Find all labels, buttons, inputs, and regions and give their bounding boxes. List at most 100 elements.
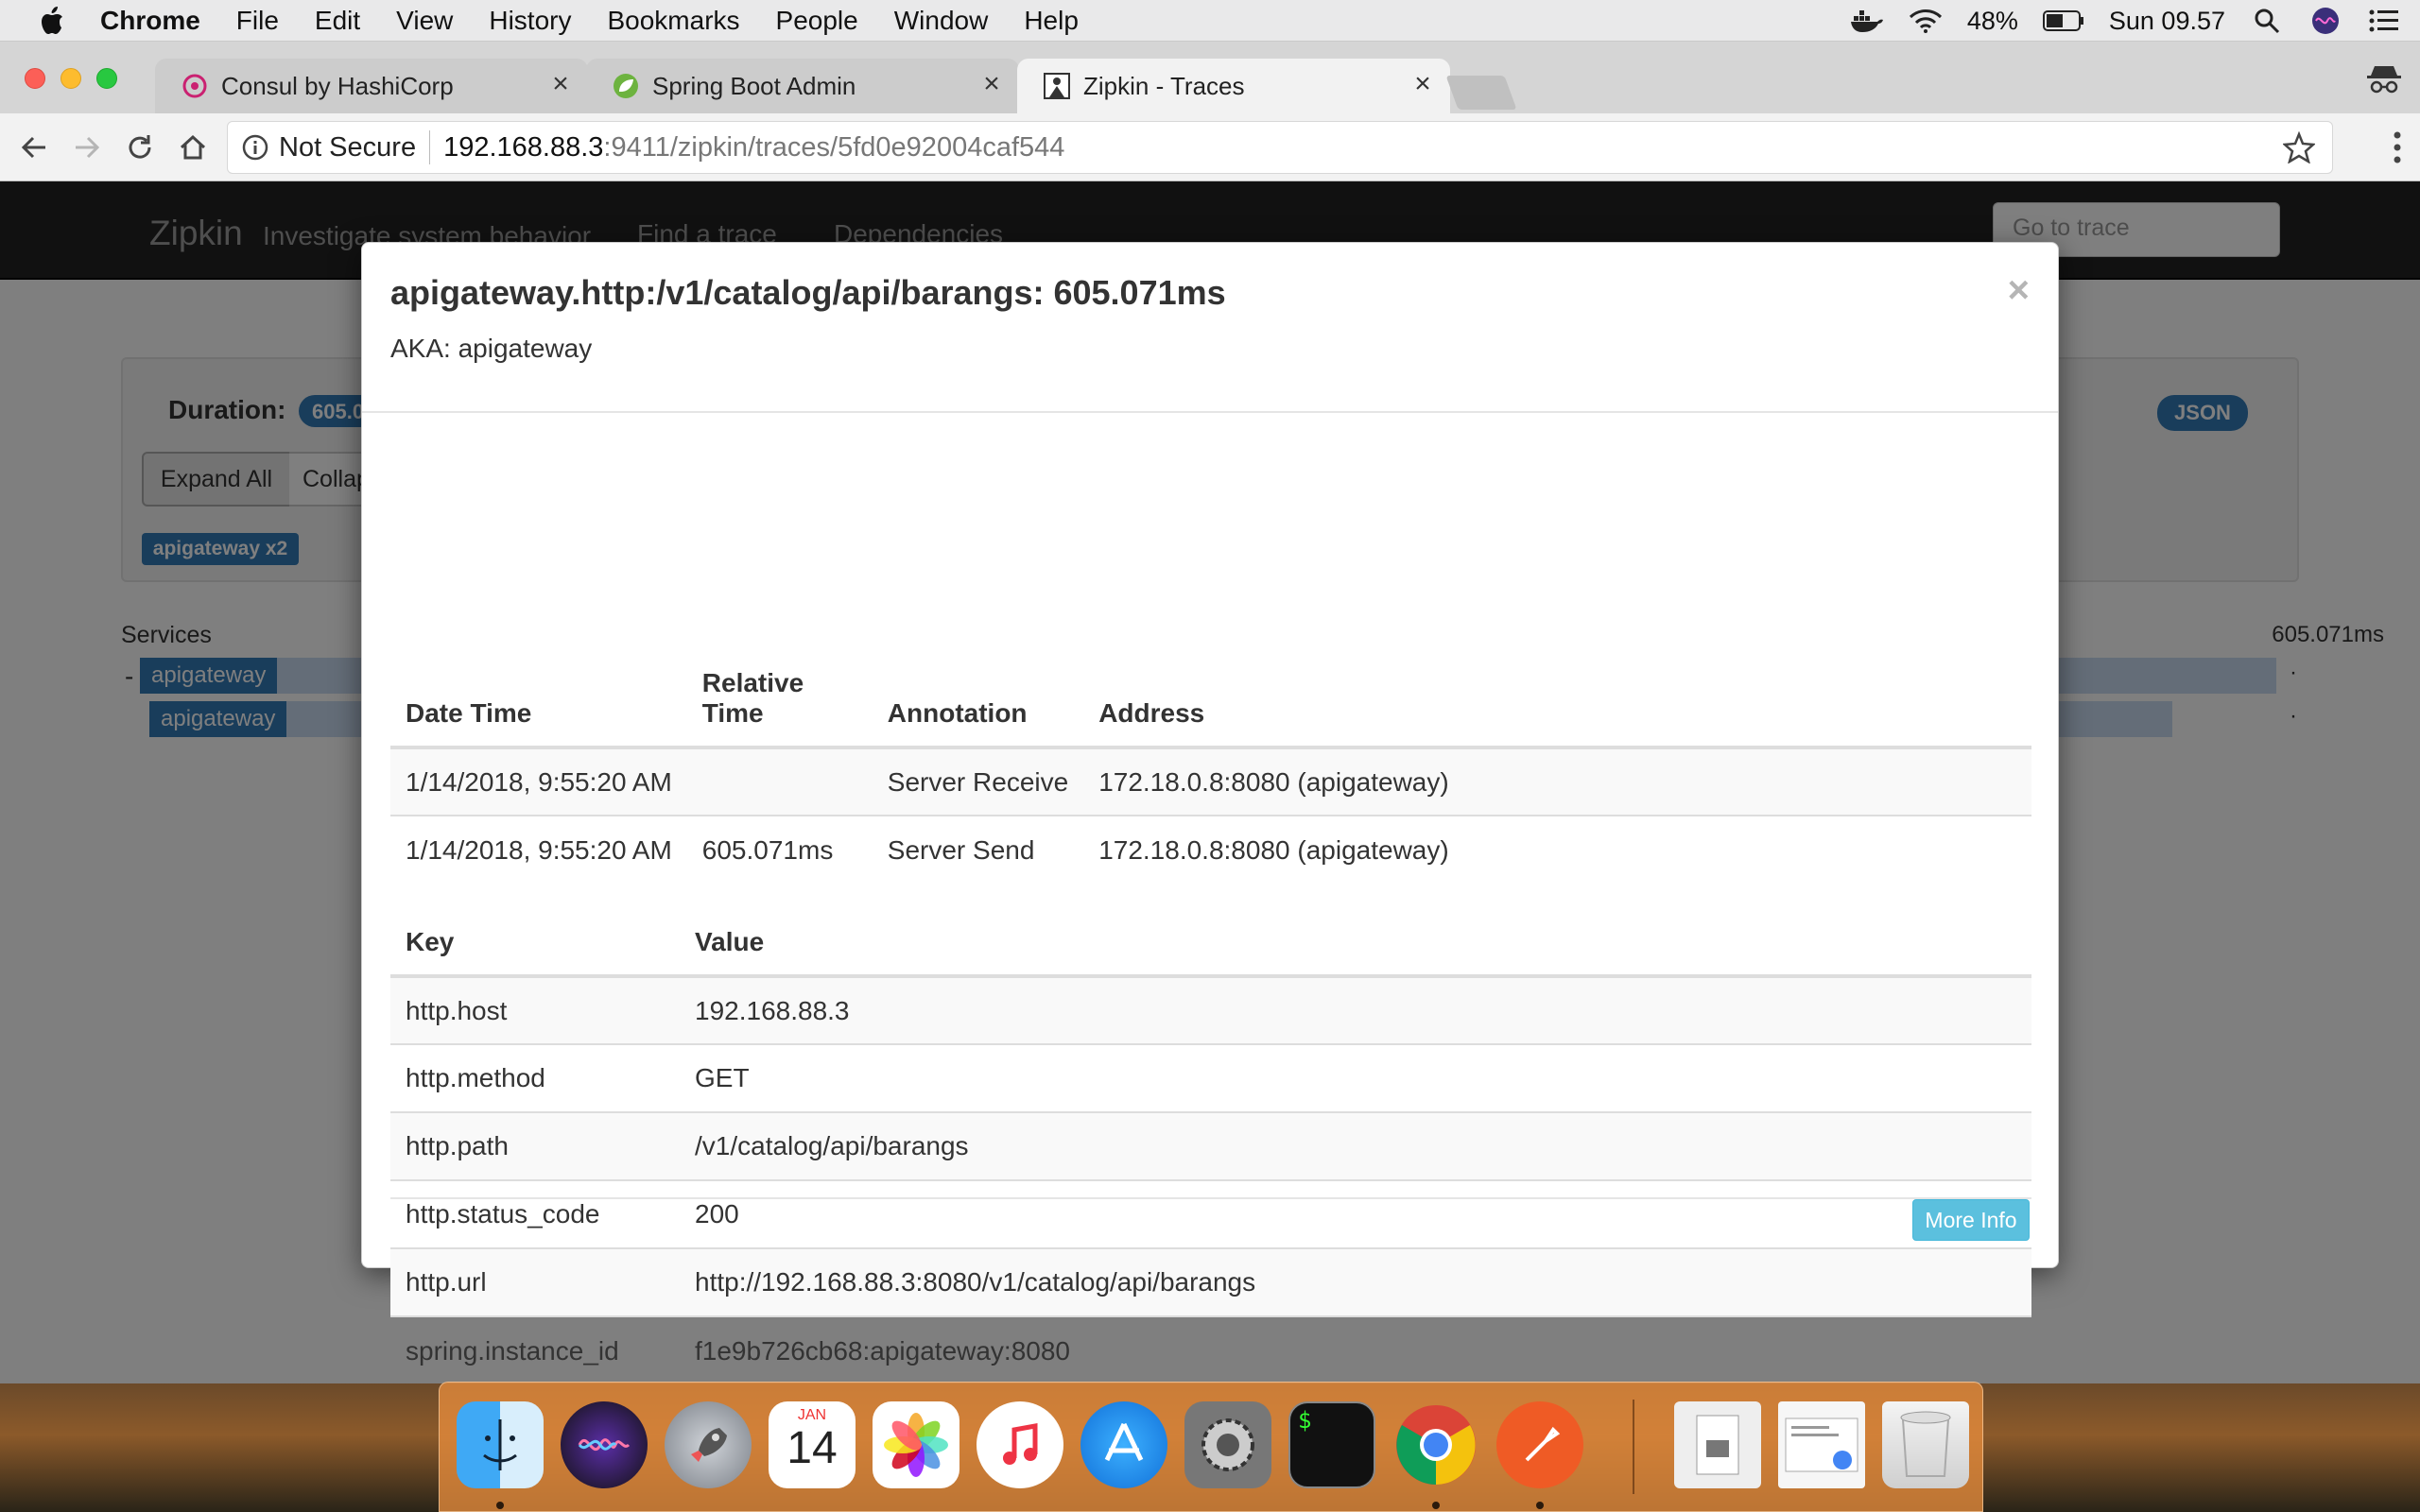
- table-row: 1/14/2018, 9:55:20 AM 605.071ms Server S…: [390, 815, 2031, 884]
- header-date-time: Date Time: [390, 668, 687, 749]
- modal-header: apigateway.http:/v1/catalog/api/barangs:…: [362, 243, 2058, 413]
- cell-value: 200: [680, 1179, 2031, 1248]
- menu-edit[interactable]: Edit: [315, 6, 360, 36]
- calendar-icon[interactable]: JAN 14: [769, 1401, 856, 1488]
- window-zoom-button[interactable]: [96, 68, 117, 89]
- notification-center-icon[interactable]: [2367, 6, 2401, 36]
- forward-arrow-icon[interactable]: [68, 129, 106, 166]
- tags-table: Key Value http.host 192.168.88.3 http.me…: [390, 910, 2031, 1384]
- siri-icon[interactable]: [561, 1401, 648, 1488]
- tab-spring-boot-admin[interactable]: Spring Boot Admin ×: [586, 59, 1019, 113]
- table-row: 1/14/2018, 9:55:20 AM Server Receive 172…: [390, 747, 2031, 816]
- tab-zipkin-traces[interactable]: Zipkin - Traces ×: [1017, 59, 1450, 113]
- table-row: http.host 192.168.88.3: [390, 975, 2031, 1044]
- table-header-row: Key Value: [390, 910, 2031, 978]
- spring-leaf-icon: [613, 73, 639, 99]
- menubar-status-area: 48% Sun 09.57: [1850, 0, 2401, 42]
- tab-close-icon[interactable]: ×: [1409, 70, 1437, 98]
- cell-address: 172.18.0.8:8080 (apigateway): [1083, 815, 2031, 884]
- back-arrow-icon[interactable]: [15, 129, 53, 166]
- window-minimize-button[interactable]: [60, 68, 81, 89]
- bookmark-star-icon[interactable]: [2283, 131, 2315, 163]
- siri-menubar-icon[interactable]: [2308, 6, 2342, 36]
- tab-close-icon[interactable]: ×: [977, 70, 1006, 98]
- terminal-icon[interactable]: $: [1288, 1401, 1375, 1488]
- cell-relative-time: [686, 747, 873, 816]
- menu-window[interactable]: Window: [894, 6, 989, 36]
- cell-key: spring.instance_id: [390, 1315, 680, 1384]
- apple-menu-icon[interactable]: [38, 5, 66, 37]
- wifi-icon[interactable]: [1909, 6, 1943, 36]
- reload-icon[interactable]: [121, 129, 159, 166]
- url-host: 192.168.88.3: [443, 131, 604, 163]
- cell-address: 172.18.0.8:8080 (apigateway): [1083, 747, 2031, 816]
- address-bar[interactable]: Not Secure 192.168.88.3:9411/zipkin/trac…: [227, 121, 2333, 174]
- battery-icon[interactable]: [2042, 6, 2084, 36]
- header-relative-time: Relative Time: [686, 668, 873, 749]
- modal-footer-divider: [390, 1197, 2031, 1199]
- table-row: spring.instance_id f1e9b726cb68:apigatew…: [390, 1315, 2031, 1384]
- cell-relative-time: 605.071ms: [686, 815, 873, 884]
- more-info-button[interactable]: More Info: [1912, 1199, 2030, 1241]
- menu-app-name[interactable]: Chrome: [100, 6, 200, 36]
- menubar-clock[interactable]: Sun 09.57: [2109, 7, 2225, 36]
- cell-value: GET: [680, 1043, 2031, 1112]
- screenshot-icon[interactable]: [1778, 1401, 1865, 1488]
- aka-label: AKA:: [390, 334, 451, 363]
- cell-key: http.method: [390, 1043, 680, 1112]
- table-row: http.method GET: [390, 1043, 2031, 1112]
- cell-date-time: 1/14/2018, 9:55:20 AM: [390, 747, 687, 816]
- new-tab-button[interactable]: [1445, 76, 1517, 110]
- postman-icon[interactable]: [1496, 1401, 1583, 1488]
- file-icon[interactable]: [1674, 1401, 1761, 1488]
- running-indicator: [1432, 1502, 1440, 1509]
- trash-icon[interactable]: [1882, 1401, 1969, 1488]
- finder-icon[interactable]: [457, 1401, 544, 1488]
- cell-value: http://192.168.88.3:8080/v1/catalog/api/…: [680, 1247, 2031, 1316]
- system-preferences-icon[interactable]: [1184, 1401, 1271, 1488]
- info-icon[interactable]: [241, 133, 269, 162]
- running-indicator: [496, 1502, 504, 1509]
- header-annotation: Annotation: [872, 668, 1084, 749]
- header-address: Address: [1083, 668, 2031, 749]
- tab-close-icon[interactable]: ×: [546, 70, 575, 98]
- cell-value: 192.168.88.3: [680, 975, 2031, 1044]
- docker-icon[interactable]: [1850, 6, 1884, 36]
- home-icon[interactable]: [174, 129, 212, 166]
- photos-icon[interactable]: [873, 1401, 959, 1488]
- dock-separator: [1633, 1400, 1634, 1494]
- chrome-menu-icon[interactable]: [2392, 130, 2403, 164]
- modal-close-icon[interactable]: ×: [2008, 269, 2030, 312]
- modal-title: apigateway.http:/v1/catalog/api/barangs:…: [390, 273, 1226, 312]
- macos-dock: JAN 14 $: [439, 1382, 1983, 1512]
- aka-value: apigateway: [458, 334, 593, 363]
- battery-percent: 48%: [1966, 6, 2018, 35]
- menu-people[interactable]: People: [776, 6, 858, 36]
- app-store-icon[interactable]: [1080, 1401, 1167, 1488]
- calendar-day: 14: [786, 1423, 838, 1473]
- menu-history[interactable]: History: [489, 6, 571, 36]
- tab-consul[interactable]: Consul by HashiCorp ×: [155, 59, 588, 113]
- security-status-label[interactable]: Not Secure: [279, 132, 416, 163]
- itunes-icon[interactable]: [977, 1401, 1063, 1488]
- cell-value: /v1/catalog/api/barangs: [680, 1111, 2031, 1180]
- omnibox-divider: [429, 130, 431, 164]
- table-row: http.url http://192.168.88.3:8080/v1/cat…: [390, 1247, 2031, 1316]
- cell-annotation: Server Send: [872, 815, 1084, 884]
- running-indicator: [1536, 1502, 1544, 1509]
- spotlight-search-icon[interactable]: [2250, 6, 2284, 36]
- window-close-button[interactable]: [25, 68, 45, 89]
- menu-file[interactable]: File: [236, 6, 279, 36]
- consul-icon: [182, 73, 208, 99]
- menu-bookmarks[interactable]: Bookmarks: [607, 6, 739, 36]
- menu-help[interactable]: Help: [1024, 6, 1079, 36]
- span-detail-modal: apigateway.http:/v1/catalog/api/barangs:…: [361, 242, 2059, 1384]
- modal-aka: AKA: apigateway: [390, 334, 592, 364]
- profile-incognito-icon[interactable]: [2365, 64, 2403, 94]
- browser-toolbar: Not Secure 192.168.88.3:9411/zipkin/trac…: [0, 113, 2420, 181]
- tab-title: Consul by HashiCorp: [221, 71, 454, 100]
- chrome-icon[interactable]: [1392, 1401, 1479, 1488]
- menu-view[interactable]: View: [396, 6, 453, 36]
- cell-value: f1e9b726cb68:apigateway:8080: [680, 1315, 2031, 1384]
- launchpad-icon[interactable]: [665, 1401, 752, 1488]
